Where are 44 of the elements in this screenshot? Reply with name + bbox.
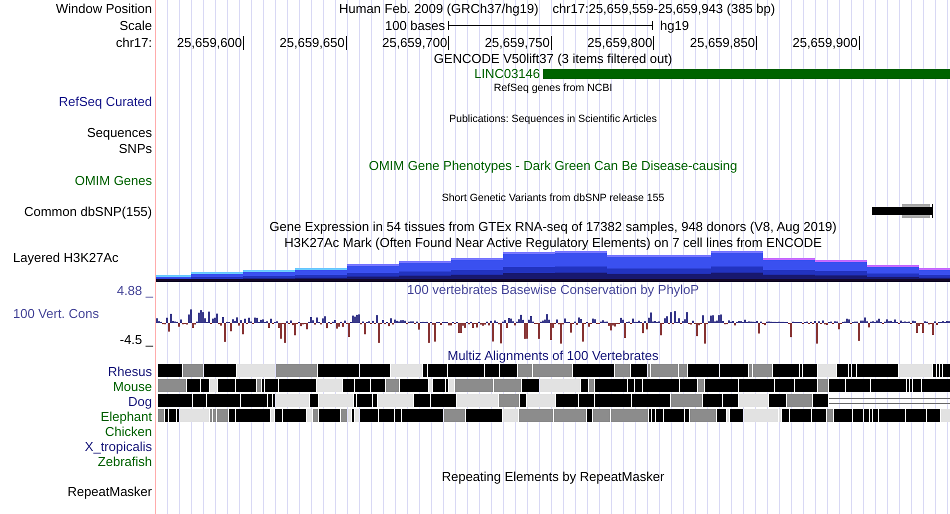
track-title: OMIM Gene Phenotypes - Dark Green Can Be Disease-causing (368, 159, 738, 173)
track-label[interactable]: OMIM Genes (74, 174, 152, 188)
ruler-tick-label: 25,659,850 (690, 36, 757, 50)
track-title: H3K27Ac Mark (Often Found Near Active Regulatory Elements) on 7 cell lines from ENCODE (284, 236, 822, 250)
track-label[interactable]: Sequences (86, 126, 152, 140)
species-label[interactable]: Elephant (100, 410, 152, 424)
track-title: 100 vertebrates Basewise Conservation by PhyloP (407, 282, 699, 296)
track-label[interactable]: RepeatMasker (67, 485, 152, 499)
track-label[interactable]: Common dbSNP(155) (24, 205, 152, 219)
track-title: Publications: Sequences in Scientific Articles (449, 112, 657, 126)
species-label[interactable]: Chicken (105, 424, 152, 438)
track-label[interactable]: RefSeq Curated (58, 95, 152, 109)
assembly-text: hg19 (660, 18, 689, 32)
ruler-tick-label: 25,659,750 (484, 36, 552, 50)
track-title: GENCODE V50lift37 (3 items filtered out) (434, 52, 672, 66)
ruler-tick-label: 25,659,800 (587, 36, 654, 50)
track-label[interactable]: Layered H3K27Ac (13, 251, 119, 265)
track-title: Multiz Alignments of 100 Vertebrates (447, 349, 658, 363)
species-label[interactable]: Rhesus (108, 364, 152, 378)
axis-min-label: -4.5 _ (120, 333, 153, 347)
scale-text: 100 bases (385, 18, 445, 32)
species-label[interactable]: Zebrafish (98, 454, 152, 468)
ruler-tick-label: 25,659,900 (792, 36, 860, 50)
assembly-text: Human Feb. 2009 (GRCh37/hg19) (339, 2, 538, 16)
track-title: Short Genetic Variants from dbSNP release 155 (442, 190, 664, 204)
position-text: chr17:25,659,559-25,659,943 (385 bp) (552, 2, 776, 16)
species-label[interactable]: X_tropicalis (84, 440, 152, 454)
track-label[interactable]: SNPs (118, 142, 152, 156)
axis-max-label: 4.88 _ (116, 284, 153, 298)
track-label[interactable]: 100 Vert. Cons (13, 307, 99, 321)
track-title: RefSeq genes from NCBI (494, 80, 612, 94)
track-title: Gene Expression in 54 tissues from GTEx RNA-seq of 17382 samples, 948 donors (V8, Aug 2019) (269, 220, 837, 234)
track-title: Repeating Elements by RepeatMasker (442, 470, 664, 484)
ruler-tick-label: 25,659,650 (280, 36, 347, 50)
species-label[interactable]: Dog (128, 394, 152, 408)
ruler-tick-label: 25,659,600 (176, 36, 244, 50)
snp-marker[interactable] (872, 204, 934, 218)
track-label: chr17: (116, 36, 152, 50)
gene-bar[interactable] (543, 68, 950, 78)
track-label: Window Position (56, 2, 152, 16)
ruler-tick-label: 25,659,700 (382, 36, 450, 50)
gene-name[interactable]: LINC03146 (474, 66, 540, 80)
species-label[interactable]: Mouse (112, 380, 152, 394)
track-label: Scale (119, 18, 152, 32)
